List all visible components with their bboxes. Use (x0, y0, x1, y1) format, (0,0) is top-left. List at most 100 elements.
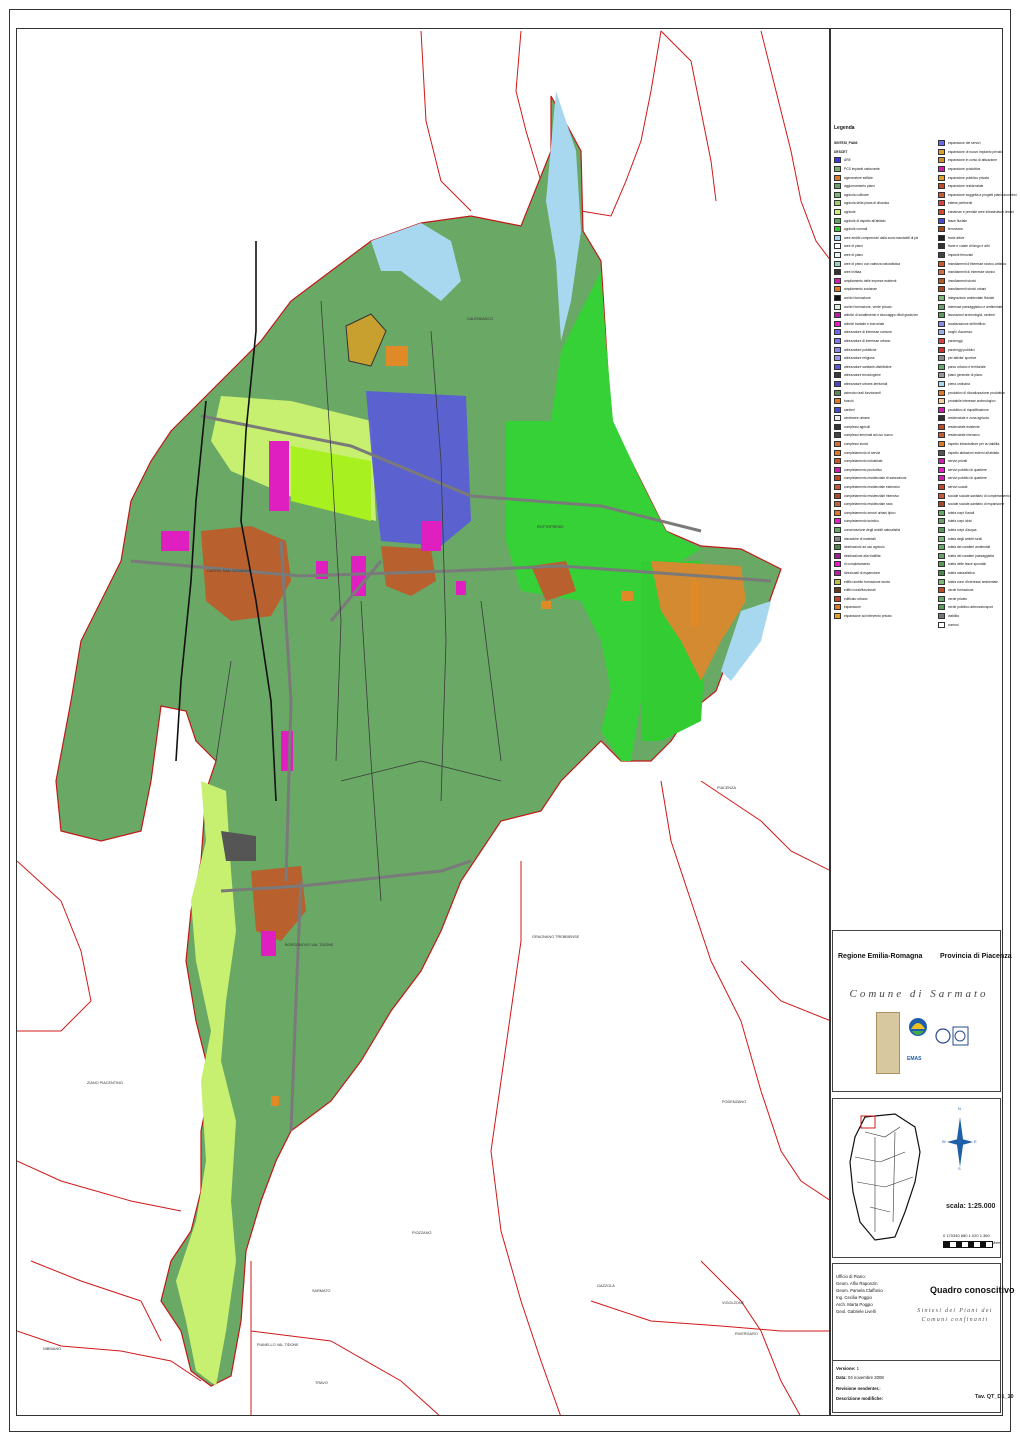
legend-swatch (834, 363, 841, 370)
doc-subtitle: Sintesi dei Piani dei Comuni confinanti (917, 1308, 993, 1323)
legend-item: completamento residenziale rado (834, 500, 918, 509)
legend-item: espansione (834, 603, 918, 612)
legend-label: attrezzature pubbliche (844, 347, 877, 352)
place-label-castelsangiovanni: CASTEL SAN GIOVANNI (207, 569, 250, 573)
legend-item: insediamenti storici urbani (938, 285, 1020, 294)
legend-item: completamento turistico (834, 517, 918, 526)
legend-swatch (834, 355, 841, 362)
legend-swatch (938, 587, 945, 594)
legend-swatch (834, 432, 841, 439)
legend-label: tutela dei caratteri ambientali (948, 545, 991, 550)
legend-item: verde privato (938, 594, 1020, 603)
legend-item: produttivo di riqualificazione (938, 405, 1020, 414)
legend-item: aggiornamento piano (834, 182, 918, 191)
legend-item: completamento residenziale estensivo (834, 483, 918, 492)
legend-swatch (938, 303, 945, 310)
legend-item: tutela dei caratteri ambientali (938, 543, 1020, 552)
legend-swatch (834, 587, 841, 594)
legend-label: tutela corpi idrici (948, 519, 972, 524)
legend-item: per attivita' sportive (938, 354, 1020, 363)
legend-swatch (834, 561, 841, 568)
legend-item: espansione residenziale (938, 182, 1020, 191)
legend-item: completamento residenziale di saturazion… (834, 474, 918, 483)
legend-swatch (938, 234, 945, 241)
legend-item: azienda rurali funzionanti (834, 388, 918, 397)
legend-label: SINTESI_PIANI (834, 141, 858, 146)
legend-swatch (834, 226, 841, 233)
legend-swatch (834, 174, 841, 181)
legend-swatch (834, 243, 841, 250)
legend-item: agricole (834, 208, 918, 217)
legend-item: insediamenti storici (938, 277, 1020, 286)
legend-item: archivi formazione, verde privato (834, 302, 918, 311)
legend-title: Legenda (834, 125, 855, 131)
legend-item: completamento servizi urbani tipico (834, 509, 918, 518)
legend-swatch (938, 140, 945, 147)
legend-label: insediamenti storici urbani (948, 287, 987, 292)
legend-item: agricole normali (834, 225, 918, 234)
legend-label: frane attive (948, 235, 965, 240)
legend-swatch (938, 621, 945, 628)
legend-label: estese pertinenti (948, 201, 973, 206)
legend-item: agricole di rispetto all'abitato (834, 216, 918, 225)
legend-item: completamento di servizi (834, 448, 918, 457)
legend-item: ferroviaria (938, 225, 1020, 234)
province-label: Provincia di Piacenza (940, 953, 1012, 960)
legend-item: tutela corpi fluviali (938, 509, 1020, 518)
legend-swatch (938, 544, 945, 551)
legend-swatch (938, 406, 945, 413)
legend-label: insediamenti di interesse storico (948, 270, 995, 275)
region-label: Regione Emilia-Romagna (838, 953, 923, 960)
legend-swatch (938, 518, 945, 525)
industrial-zone (366, 391, 471, 546)
legend-label: centriaree urbane (844, 416, 870, 421)
legend-label: attivita' barbale e borroviale (844, 321, 885, 326)
legend-swatch (834, 346, 841, 353)
legend-swatch (938, 243, 945, 250)
legend-item: destinazioni ad uso agricolo (834, 543, 918, 552)
legend-item: centriaree urbane (834, 414, 918, 423)
legend-swatch (938, 329, 945, 336)
legend-item: attivita' barbale e borroviale (834, 319, 918, 328)
legend-label: agricola della piana di divanisa (844, 201, 889, 206)
legend-item: luoghi d'accesso (938, 328, 1020, 337)
legend-label: servizi pubblici di quartiere (948, 467, 987, 472)
legend-item: ampliamento sostanze (834, 285, 918, 294)
legend-swatch (938, 466, 945, 473)
legend-swatch (938, 423, 945, 430)
legend-item: attivita' di smaltimento e stoccaggio ri… (834, 311, 918, 320)
legend-item: tutela dei caratteri paesaggistici (938, 552, 1020, 561)
legend-label: complessi terminali ad uso nuovo (844, 433, 893, 438)
legend-label: aree di pieno (844, 244, 864, 249)
legend-item: edifici rurali/funzionali (834, 586, 918, 595)
legend-label: edifici ambito formazione storici (844, 579, 890, 584)
legend-item: ageneratore edilizie (834, 173, 918, 182)
legend-label: produttivo di rilocalizzazione produttiv… (948, 390, 1005, 395)
place-label-gazzola: GAZZOLA (597, 1284, 615, 1288)
legend-label: parcheggi (948, 338, 963, 343)
legend-swatch (834, 277, 841, 284)
legend-label: servizi pubblici di quartiere (948, 476, 987, 481)
place-label-piacenza: PIACENZA (717, 786, 736, 790)
legend-swatch (938, 269, 945, 276)
legend-swatch (938, 200, 945, 207)
legend-swatch (938, 604, 945, 611)
legend-label: insediamenti d'interesse storico-artisti… (948, 261, 1007, 266)
legend-label: aggiornamento piano (844, 184, 875, 189)
legend-label: edifici rurali/funzionali (844, 588, 876, 593)
legend-label: attivita' di smaltimento e stoccaggio ri… (844, 313, 918, 318)
legend-item: fasce fluviale (938, 216, 1020, 225)
legend-swatch (938, 166, 945, 173)
legend-label: completamento residenziale estensivo (844, 485, 900, 490)
legend-swatch (834, 252, 841, 259)
place-label-piozzano: PIOZZANO (412, 1231, 432, 1235)
legend-label: completamento residenziale intensivo (844, 493, 899, 498)
place-label-vigolzone: VIGOLZONE (722, 1301, 745, 1305)
place-label-calendasco: CALENDASCO (467, 317, 494, 321)
legend-label: completamento industriale (844, 459, 883, 464)
legend-label: cantieri (844, 407, 855, 412)
legend-label: fasce fluviale (948, 218, 968, 223)
legend-label: tutela corpi fluviali (948, 510, 975, 515)
legend-item: probabile interesse archeologico (938, 397, 1020, 406)
legend-swatch (938, 380, 945, 387)
